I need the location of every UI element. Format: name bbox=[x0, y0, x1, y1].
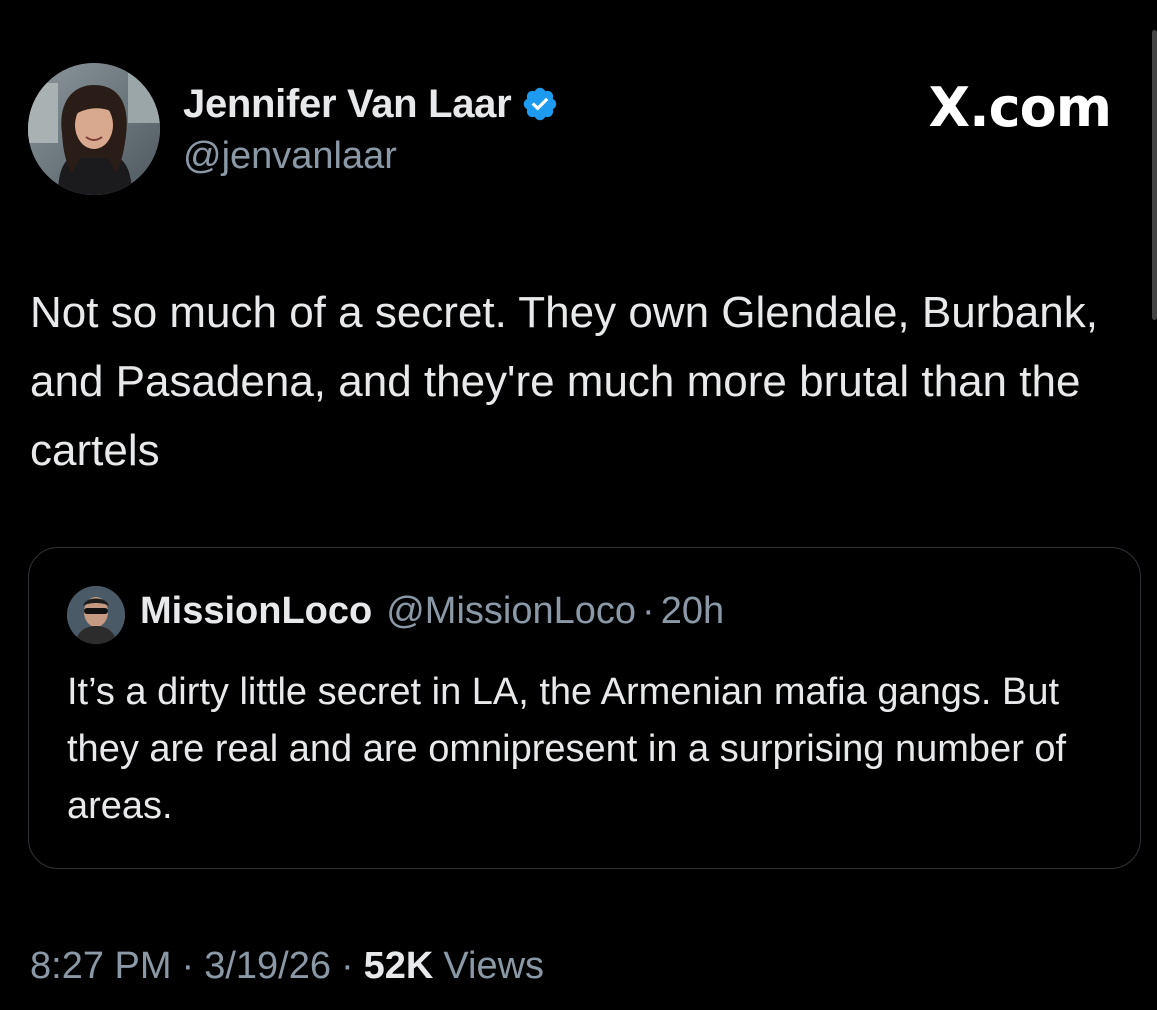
quoted-tweet[interactable]: MissionLoco @MissionLoco · 20h It’s a di… bbox=[28, 547, 1141, 869]
quoted-header: MissionLoco @MissionLoco · 20h bbox=[140, 590, 724, 633]
views-count[interactable]: 52K bbox=[364, 945, 434, 988]
quoted-timestamp[interactable]: 20h bbox=[661, 590, 724, 633]
author-avatar[interactable] bbox=[28, 63, 160, 195]
views-label: Views bbox=[443, 945, 545, 987]
author-handle[interactable]: @jenvanlaar bbox=[183, 135, 397, 178]
meta-separator: · bbox=[340, 945, 354, 987]
tweet-text: Not so much of a secret. They own Glenda… bbox=[30, 288, 1098, 475]
tweet-time[interactable]: 8:27 PM bbox=[30, 945, 172, 988]
author-name-row: Jennifer Van Laar bbox=[183, 80, 559, 128]
verified-badge-icon bbox=[521, 85, 559, 123]
tweet-meta: 8:27 PM · 3/19/26 · 52K Views bbox=[30, 945, 544, 988]
quoted-text: It’s a dirty little secret in LA, the Ar… bbox=[67, 671, 1067, 827]
quoted-author-avatar bbox=[67, 586, 125, 644]
author-name[interactable]: Jennifer Van Laar bbox=[183, 82, 512, 127]
scrollbar[interactable] bbox=[1152, 30, 1157, 320]
x-logo: X.com bbox=[928, 76, 1112, 139]
quoted-author-handle[interactable]: @MissionLoco bbox=[386, 590, 636, 633]
quoted-author-name[interactable]: MissionLoco bbox=[140, 590, 372, 633]
meta-separator: · bbox=[181, 945, 195, 987]
tweet-date[interactable]: 3/19/26 bbox=[204, 945, 331, 988]
tweet-card[interactable]: Jennifer Van Laar @jenvanlaar X.com Not … bbox=[0, 0, 1157, 1010]
quoted-separator: · bbox=[642, 590, 655, 632]
